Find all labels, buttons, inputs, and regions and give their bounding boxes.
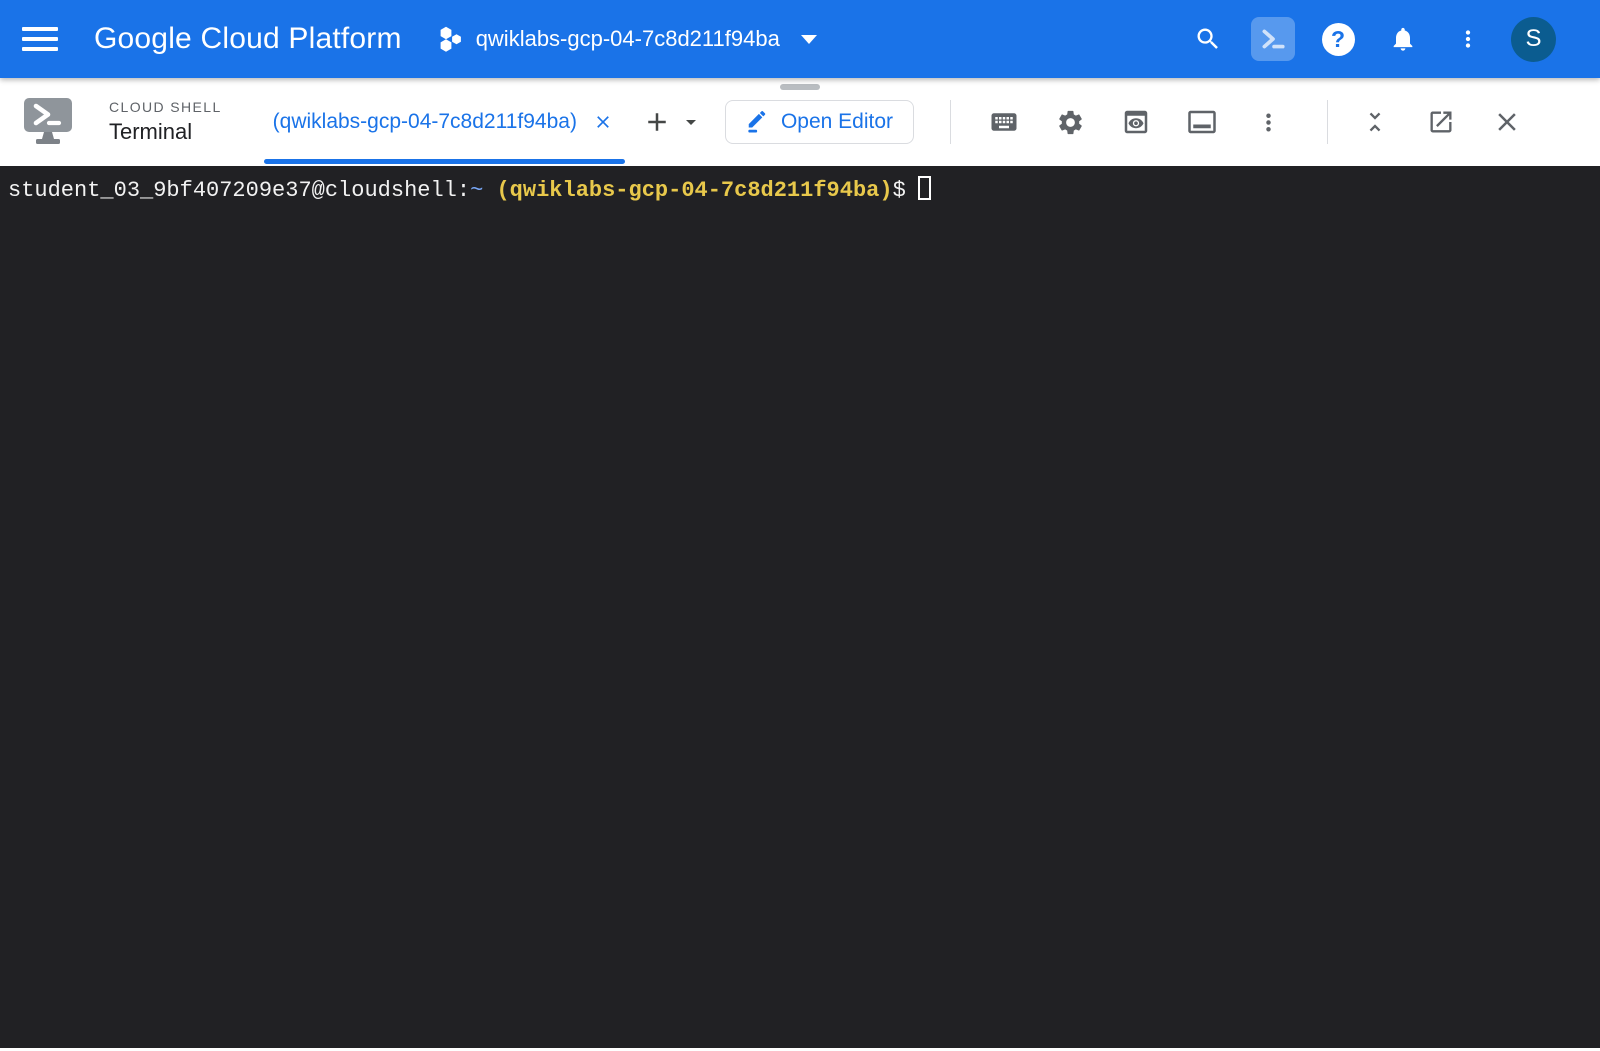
open-editor-label: Open Editor xyxy=(781,110,893,134)
pencil-edit-icon xyxy=(746,111,768,133)
gcp-header: Google Cloud Platform qwiklabs-gcp-04-7c… xyxy=(0,0,1600,78)
project-hexagons-icon xyxy=(437,25,463,53)
toolbar-divider xyxy=(1327,100,1328,144)
cloud-shell-window: Google Cloud Platform qwiklabs-gcp-04-7c… xyxy=(0,0,1600,1051)
prompt-path: ~ xyxy=(470,178,483,203)
close-shell-button[interactable] xyxy=(1484,99,1530,145)
hamburger-icon xyxy=(22,25,58,53)
header-actions: ? S xyxy=(1186,17,1556,62)
activate-cloud-shell-button[interactable] xyxy=(1251,17,1295,61)
help-button[interactable]: ? xyxy=(1316,17,1360,61)
collapse-icon xyxy=(1361,108,1389,136)
chevron-down-icon xyxy=(679,109,703,135)
keyboard-icon xyxy=(989,107,1019,137)
send-key-combination-button[interactable] xyxy=(981,99,1027,145)
open-in-new-window-button[interactable] xyxy=(1418,99,1464,145)
dock-panel-button[interactable] xyxy=(1179,99,1225,145)
avatar[interactable]: S xyxy=(1511,17,1556,62)
search-button[interactable] xyxy=(1186,17,1230,61)
prompt-user-host: student_03_9bf407209e37@cloudshell: xyxy=(8,178,470,203)
terminal-cursor xyxy=(918,176,931,200)
terminal-settings-button[interactable] xyxy=(1047,99,1093,145)
project-selector[interactable]: qwiklabs-gcp-04-7c8d211f94ba xyxy=(437,25,818,53)
panel-title: Terminal xyxy=(109,119,222,145)
minimize-panel-button[interactable] xyxy=(1352,99,1398,145)
more-options-button[interactable] xyxy=(1446,17,1490,61)
toolbar-divider xyxy=(950,100,951,144)
prompt-dollar-sign: $ xyxy=(893,178,906,203)
more-vert-icon xyxy=(1455,26,1481,52)
close-icon xyxy=(1492,107,1522,137)
web-preview-button[interactable] xyxy=(1113,99,1159,145)
cloud-shell-toolbar: CLOUD SHELL Terminal (qwiklabs-gcp-04-7c… xyxy=(0,78,1600,166)
close-icon xyxy=(593,112,613,132)
shell-more-options-button[interactable] xyxy=(1245,99,1291,145)
web-preview-icon xyxy=(1121,107,1151,137)
plus-icon xyxy=(642,107,672,137)
prompt-project: (qwiklabs-gcp-04-7c8d211f94ba) xyxy=(483,178,892,203)
cloud-shell-terminal-logo xyxy=(22,97,74,147)
terminal-tab[interactable]: (qwiklabs-gcp-04-7c8d211f94ba) xyxy=(262,78,627,166)
help-icon: ? xyxy=(1322,23,1355,56)
terminal-tab-label: (qwiklabs-gcp-04-7c8d211f94ba) xyxy=(273,110,577,134)
navigation-menu-button[interactable] xyxy=(16,15,64,63)
chevron-down-icon xyxy=(800,34,818,45)
notifications-bell-icon xyxy=(1389,25,1417,53)
gcp-logo[interactable]: Google Cloud Platform xyxy=(94,22,402,56)
project-name: qwiklabs-gcp-04-7c8d211f94ba xyxy=(476,26,780,52)
search-icon xyxy=(1194,25,1222,53)
open-editor-button[interactable]: Open Editor xyxy=(725,100,914,144)
cloud-shell-icon xyxy=(1260,26,1286,52)
cloud-shell-title-block: CLOUD SHELL Terminal xyxy=(109,99,222,145)
open-in-new-icon xyxy=(1427,108,1455,136)
add-tab-button[interactable] xyxy=(635,100,679,144)
cloud-shell-eyebrow: CLOUD SHELL xyxy=(109,99,222,115)
settings-gear-icon xyxy=(1056,108,1085,137)
notifications-button[interactable] xyxy=(1381,17,1425,61)
new-tab-menu-button[interactable] xyxy=(679,100,703,144)
dock-panel-icon xyxy=(1187,107,1217,137)
terminal-prompt-line: student_03_9bf407209e37@cloudshell:~ (qw… xyxy=(8,176,1592,206)
close-tab-button[interactable] xyxy=(590,109,616,135)
more-vert-icon xyxy=(1255,109,1282,136)
panel-resize-handle[interactable] xyxy=(780,84,820,90)
terminal-area[interactable]: student_03_9bf407209e37@cloudshell:~ (qw… xyxy=(0,166,1600,1048)
